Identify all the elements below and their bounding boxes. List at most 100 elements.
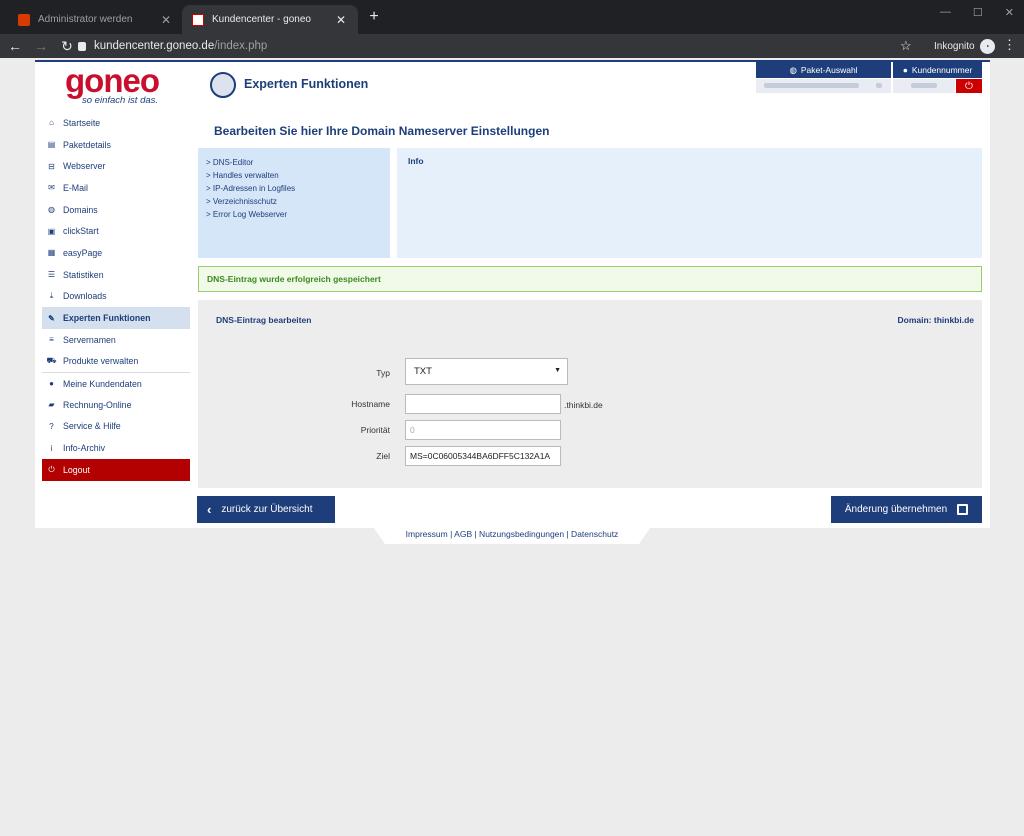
power-icon: ⏻ xyxy=(48,464,55,474)
mail-icon: ✉ xyxy=(48,183,55,193)
menu-dots-icon[interactable]: ⋮ xyxy=(1003,37,1016,53)
sidebar-item-label: clickStart xyxy=(63,226,99,237)
sidebar-item-info-archiv[interactable]: i Info-Archiv xyxy=(42,437,190,459)
home-icon: ⌂ xyxy=(49,118,54,128)
goneo-logo[interactable]: goneo so einfach ist das. xyxy=(65,62,170,106)
link-verzeichnisschutz[interactable]: > Verzeichnisschutz xyxy=(206,195,382,208)
reload-icon[interactable]: ↻ xyxy=(56,38,78,55)
sidebar-item-statistiken[interactable]: ☰ Statistiken xyxy=(42,264,190,286)
sidebar-item-label: Info-Archiv xyxy=(63,443,106,454)
wrench-icon: ✎ xyxy=(48,313,55,323)
close-icon[interactable]: ✕ xyxy=(159,13,173,27)
paket-auswahl-button[interactable]: ◍ Paket-Auswahl xyxy=(756,62,891,78)
info-panel: Info xyxy=(397,148,982,258)
sidebar-item-label: Experten Funktionen xyxy=(63,313,151,324)
close-icon[interactable]: ✕ xyxy=(334,13,348,27)
type-select[interactable]: TXT ▼ xyxy=(405,358,568,385)
info-icon: i xyxy=(50,443,53,453)
sidebar-item-label: Domains xyxy=(63,204,98,215)
sidebar-item-produkte-verwalten[interactable]: ⛟ Produkte verwalten xyxy=(42,351,190,373)
save-button-label: Änderung übernehmen xyxy=(844,504,948,515)
url-host: kundencenter.goneo.de xyxy=(94,40,215,52)
tab-title: Administrator werden xyxy=(38,14,133,25)
footer-links[interactable]: Impressum | AGB | Nutzungsbedingungen | … xyxy=(374,529,650,539)
address-bar[interactable]: kundencenter.goneo.de/index.php xyxy=(78,34,918,58)
page-header-title: Experten Funktionen xyxy=(244,77,369,91)
close-window-icon[interactable]: ✕ xyxy=(1005,6,1014,19)
sidebar-nav: ⌂ Startseite ▤ Paketdetails ⊟ Webserver ✉ E-… xyxy=(42,112,190,481)
kundennummer-button[interactable]: ● Kundennummer xyxy=(893,62,982,78)
browser-tab-bar: Administrator werden ✕ Kundencenter - go… xyxy=(0,0,1024,34)
target-label: Ziel xyxy=(376,451,390,461)
back-to-overview-button[interactable]: ‹ zurück zur Übersicht xyxy=(197,496,335,523)
link-ip-adressen[interactable]: > IP-Adressen in Logfiles xyxy=(206,182,382,195)
table-icon: ▤ xyxy=(47,140,56,150)
browser-tab-administrator[interactable]: Administrator werden ✕ xyxy=(8,5,183,34)
sidebar-item-label: Downloads xyxy=(63,291,107,302)
new-tab-icon[interactable]: + xyxy=(366,8,382,26)
link-dns-editor[interactable]: > DNS-Editor xyxy=(206,156,382,169)
edit-panel-title: DNS-Eintrag bearbeiten xyxy=(216,315,312,325)
kundennummer-label: Kundennummer xyxy=(911,65,973,75)
sidebar-item-rechnung-online[interactable]: ▰ Rechnung-Online xyxy=(42,394,190,416)
globe-icon: ◍ xyxy=(48,205,55,215)
power-icon[interactable]: ⏻ xyxy=(956,79,982,93)
target-input[interactable]: MS=0C06005344BA6DFF5C132A1A xyxy=(405,446,561,466)
sidebar-item-email[interactable]: ✉ E-Mail xyxy=(42,177,190,199)
question-icon: ? xyxy=(49,421,54,431)
sidebar-item-logout[interactable]: ⏻ Logout xyxy=(42,459,190,481)
sidebar-item-meine-kundendaten[interactable]: ● Meine Kundendaten xyxy=(42,372,190,394)
hostname-suffix: .thinkbi.de xyxy=(564,400,603,410)
sidebar-item-label: Logout xyxy=(63,464,90,475)
sidebar-item-experten-funktionen[interactable]: ✎ Experten Funktionen xyxy=(42,307,190,329)
sidebar-item-label: Webserver xyxy=(63,161,106,172)
browser-tab-kundencenter[interactable]: Kundencenter - goneo ✕ xyxy=(182,5,358,34)
window-controls: — ☐ ✕ xyxy=(940,6,1014,19)
goneo-favicon-icon xyxy=(192,13,204,26)
link-handles-verwalten[interactable]: > Handles verwalten xyxy=(206,169,382,182)
hostname-input[interactable] xyxy=(405,394,561,414)
grid-icon: ▦ xyxy=(47,248,56,258)
logo-slogan: so einfach ist das. xyxy=(82,95,159,106)
forward-arrow-icon[interactable]: → xyxy=(30,38,52,54)
book-icon: ▰ xyxy=(48,400,55,410)
paket-auswahl-label: Paket-Auswahl xyxy=(800,65,858,75)
edit-panel-domain: Domain: thinkbi.de xyxy=(897,315,975,325)
back-arrow-icon[interactable]: ← xyxy=(4,38,26,54)
maximize-icon[interactable]: ☐ xyxy=(973,6,983,19)
sidebar-item-startseite[interactable]: ⌂ Startseite xyxy=(42,112,190,134)
sidebar-item-label: Rechnung-Online xyxy=(63,399,132,410)
success-message: DNS-Eintrag wurde erfolgreich gespeicher… xyxy=(198,266,982,292)
minimize-icon[interactable]: — xyxy=(940,6,951,19)
sidebar-item-label: Service & Hilfe xyxy=(63,421,121,432)
sidebar-item-label: Statistiken xyxy=(63,269,104,280)
sidebar-item-label: Meine Kundendaten xyxy=(63,378,142,389)
lines-icon: ≡ xyxy=(49,335,54,345)
globe-icon: ◍ xyxy=(789,64,797,75)
sidebar-item-clickstart[interactable]: ▣ clickStart xyxy=(42,220,190,242)
server-icon: ⊟ xyxy=(48,161,55,171)
cubes-icon: ▣ xyxy=(47,226,56,236)
list-icon: ☰ xyxy=(47,270,56,280)
user-icon: ● xyxy=(49,379,54,389)
sidebar-item-easypage[interactable]: ▦ easyPage xyxy=(42,242,190,264)
sidebar-item-paketdetails[interactable]: ▤ Paketdetails xyxy=(42,134,190,156)
incognito-indicator[interactable]: Inkognito ◔ xyxy=(934,39,995,54)
tab-title: Kundencenter - goneo xyxy=(212,14,311,25)
sidebar-item-label: E-Mail xyxy=(63,182,88,193)
sidebar-item-servernamen[interactable]: ≡ Servernamen xyxy=(42,329,190,351)
cart-icon: ⛟ xyxy=(46,356,57,366)
bookmark-star-icon[interactable]: ☆ xyxy=(900,38,912,54)
save-changes-button[interactable]: Änderung übernehmen xyxy=(831,496,982,523)
sidebar-item-label: Paketdetails xyxy=(63,139,111,150)
sidebar-item-domains[interactable]: ◍ Domains xyxy=(42,199,190,221)
sidebar-item-webserver[interactable]: ⊟ Webserver xyxy=(42,155,190,177)
link-error-log[interactable]: > Error Log Webserver xyxy=(206,208,382,221)
url-path: /index.php xyxy=(214,40,268,52)
logo-wordmark: goneo xyxy=(65,62,160,99)
sidebar-item-downloads[interactable]: ⤓ Downloads xyxy=(42,286,190,308)
priority-input[interactable]: 0 xyxy=(405,420,561,440)
incognito-icon: ◔ xyxy=(979,39,995,54)
url-text: kundencenter.goneo.de/index.php xyxy=(94,40,267,52)
sidebar-item-service-hilfe[interactable]: ? Service & Hilfe xyxy=(42,416,190,438)
